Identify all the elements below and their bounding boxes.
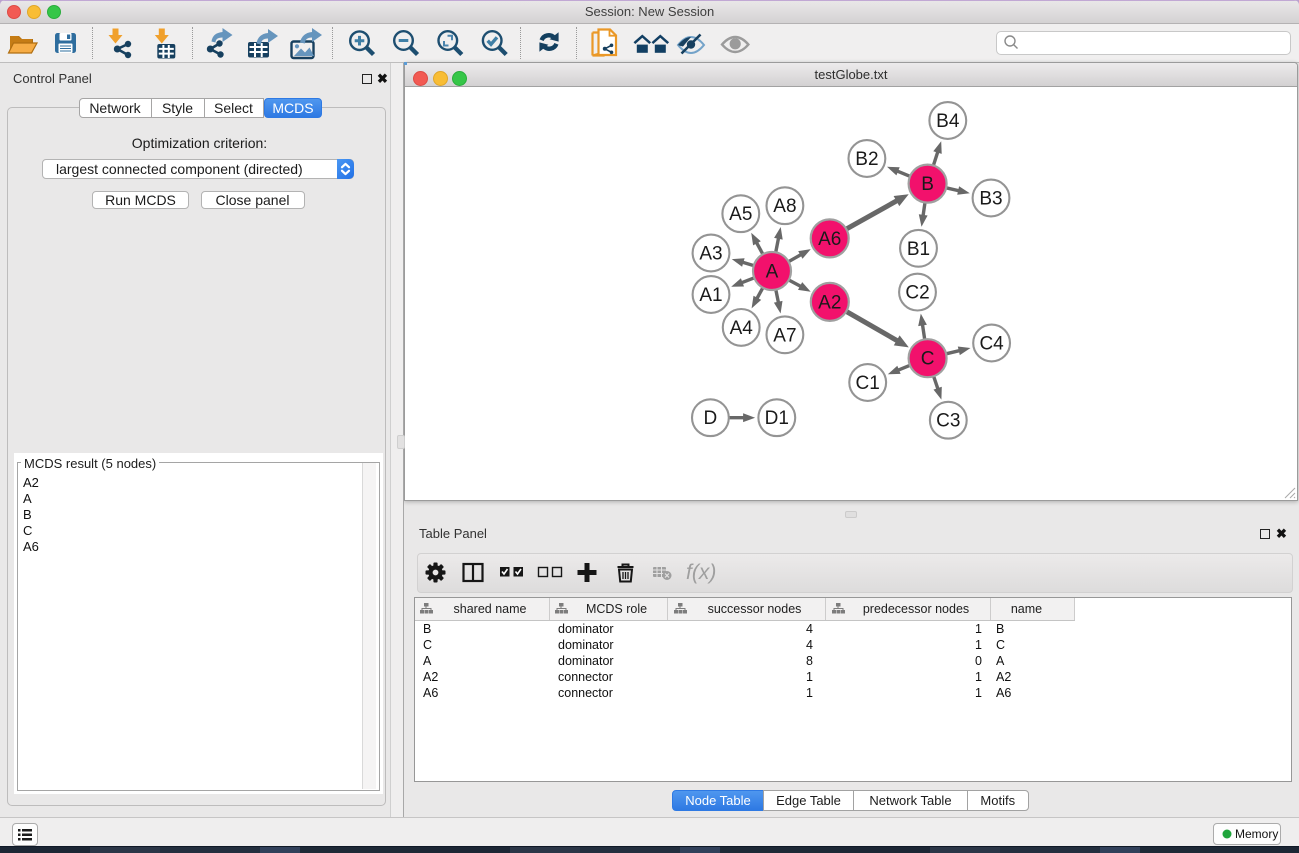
svg-text:A7: A7: [773, 325, 796, 346]
svg-text:A5: A5: [729, 204, 752, 225]
svg-text:C3: C3: [936, 411, 960, 432]
svg-text:A8: A8: [773, 196, 796, 217]
svg-text:A3: A3: [699, 244, 722, 265]
svg-text:B: B: [921, 174, 934, 195]
svg-text:A2: A2: [818, 292, 841, 313]
svg-text:A6: A6: [818, 229, 841, 250]
svg-text:B4: B4: [936, 111, 960, 132]
svg-text:D: D: [704, 408, 718, 429]
svg-text:f(x): f(x): [686, 561, 716, 584]
svg-text:B1: B1: [907, 239, 930, 260]
svg-text:D1: D1: [765, 408, 789, 429]
svg-text:B3: B3: [979, 189, 1002, 210]
svg-text:C4: C4: [979, 334, 1004, 355]
svg-text:A: A: [766, 262, 779, 283]
svg-text:C: C: [921, 349, 935, 370]
svg-text:C2: C2: [905, 283, 929, 304]
svg-text:B2: B2: [855, 149, 878, 170]
svg-text:A4: A4: [730, 318, 754, 339]
svg-text:C1: C1: [856, 373, 880, 394]
svg-text:A1: A1: [699, 285, 722, 306]
